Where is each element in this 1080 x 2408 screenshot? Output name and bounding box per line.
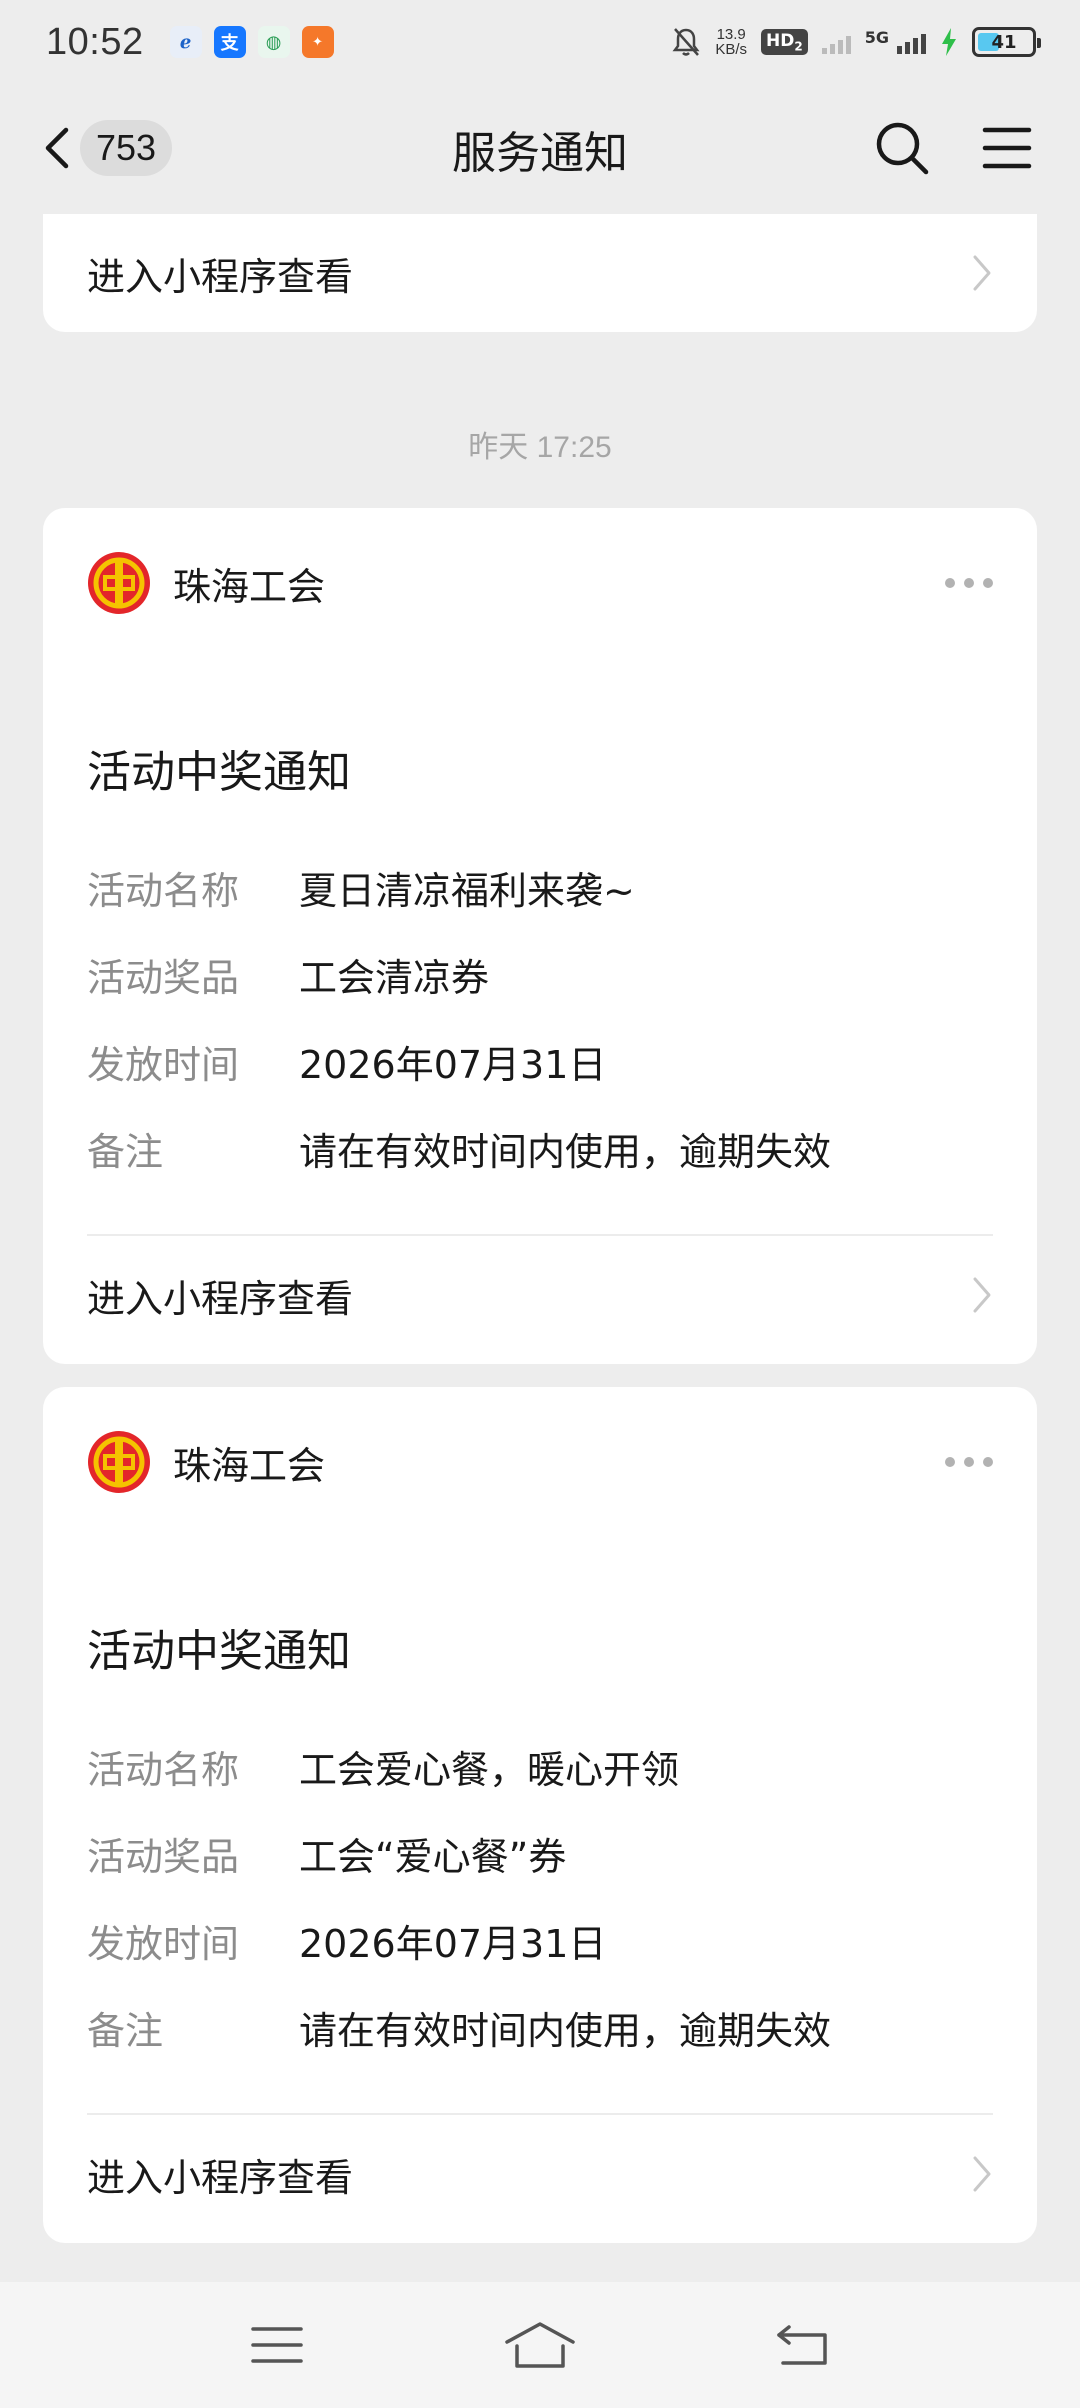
field-label: 备注: [87, 1130, 164, 1174]
network-speed-unit: KB/s: [715, 41, 748, 58]
home-icon[interactable]: [503, 2320, 577, 2370]
field-value: 2026年07月31日: [299, 1922, 607, 1966]
back-nav-icon[interactable]: [775, 2321, 831, 2369]
notification-card-partial: 进入小程序查看: [43, 214, 1037, 332]
field-row: 活动名称 夏日清凉福利来袭~: [87, 844, 993, 931]
open-mini-program-link[interactable]: 进入小程序查看: [43, 1236, 1037, 1354]
app-icon: ✦: [301, 26, 334, 58]
network-type: 5G: [864, 27, 889, 47]
sender-name[interactable]: 珠海工会: [173, 1435, 325, 1490]
field-row: 活动奖品 工会清凉券: [87, 931, 993, 1018]
field-row: 备注 请在有效时间内使用，逾期失效: [87, 1984, 993, 2071]
field-value: 工会“爱心餐”券: [299, 1835, 567, 1879]
notification-title: 活动中奖通知: [87, 747, 351, 798]
open-mini-program-label: 进入小程序查看: [87, 2155, 354, 2200]
network-speed-value: 13.9: [716, 26, 746, 43]
message-timestamp: 昨天 17:25: [468, 431, 612, 464]
battery-icon: 41: [972, 27, 1041, 57]
card-header: 珠海工会: [43, 1387, 1037, 1537]
field-label: 活动奖品: [87, 1835, 240, 1879]
card-header: 珠海工会: [43, 508, 1037, 658]
battery-percent: 41: [991, 31, 1017, 53]
field-label: 发放时间: [87, 1922, 240, 1966]
back-button[interactable]: 753: [42, 120, 173, 176]
field-value: 工会爱心餐，暖心开领: [299, 1748, 680, 1792]
trade-union-logo-icon[interactable]: [87, 1430, 151, 1494]
hd-sub: 2: [794, 39, 803, 54]
notification-fields: 活动名称 工会爱心餐，暖心开领 活动奖品 工会“爱心餐”券 发放时间 2026年…: [43, 1723, 1037, 2071]
menu-icon[interactable]: [982, 124, 1032, 172]
china-telecom-icon: ℯ: [169, 26, 202, 58]
open-mini-program-link[interactable]: 进入小程序查看: [43, 214, 1037, 332]
open-mini-program-link[interactable]: 进入小程序查看: [43, 2115, 1037, 2233]
signal-icon: [897, 30, 926, 54]
field-row: 发放时间 2026年07月31日: [87, 1018, 993, 1105]
alipay-icon: 支: [213, 26, 246, 58]
field-value: 夏日清凉福利来袭~: [299, 869, 635, 913]
field-value: 请在有效时间内使用，逾期失效: [299, 1130, 832, 1174]
field-value: 2026年07月31日: [299, 1043, 607, 1087]
hd-badge: HD2: [761, 28, 808, 56]
nav-header: 753 服务通知: [0, 84, 1080, 214]
search-icon[interactable]: [874, 120, 930, 176]
hd-label: HD: [766, 30, 795, 51]
trade-union-logo-icon[interactable]: [87, 551, 151, 615]
more-options-icon[interactable]: [945, 1457, 993, 1467]
system-nav-bar: [0, 2282, 1080, 2408]
notification-title: 活动中奖通知: [87, 1626, 351, 1677]
status-time: 10:52: [46, 20, 144, 63]
notification-app-icons: ℯ 支 ◍ ✦: [169, 26, 334, 58]
field-label: 发放时间: [87, 1043, 240, 1087]
app-icon: ◍: [257, 26, 290, 58]
field-row: 备注 请在有效时间内使用，逾期失效: [87, 1105, 993, 1192]
open-mini-program-label: 进入小程序查看: [87, 254, 354, 299]
field-label: 活动名称: [87, 1748, 240, 1792]
field-row: 发放时间 2026年07月31日: [87, 1897, 993, 1984]
network-speed: 13.9 KB/s: [715, 27, 747, 57]
field-value: 工会清凉券: [299, 956, 490, 1000]
notification-card: 珠海工会 活动中奖通知 活动名称 夏日清凉福利来袭~ 活动奖品 工会清凉券 发放…: [43, 508, 1037, 1364]
charging-icon: [942, 28, 956, 56]
open-mini-program-label: 进入小程序查看: [87, 1276, 354, 1321]
chevron-right-icon: [973, 1277, 991, 1313]
field-label: 备注: [87, 2009, 164, 2053]
page-title: 服务通知: [452, 128, 628, 179]
status-bar: 10:52 ℯ 支 ◍ ✦ 13.9 KB/s HD2 5G 41: [0, 0, 1080, 84]
field-label: 活动名称: [87, 869, 240, 913]
field-row: 活动名称 工会爱心餐，暖心开领: [87, 1723, 993, 1810]
chevron-right-icon: [973, 2156, 991, 2192]
more-options-icon[interactable]: [945, 578, 993, 588]
field-row: 活动奖品 工会“爱心餐”券: [87, 1810, 993, 1897]
bell-muted-icon: [672, 28, 700, 56]
sender-name[interactable]: 珠海工会: [173, 556, 325, 611]
signal-icon: [821, 30, 851, 54]
notification-fields: 活动名称 夏日清凉福利来袭~ 活动奖品 工会清凉券 发放时间 2026年07月3…: [43, 844, 1037, 1192]
field-label: 活动奖品: [87, 956, 240, 1000]
recent-apps-icon[interactable]: [249, 2323, 305, 2367]
chevron-left-icon: [45, 127, 69, 169]
chevron-right-icon: [973, 255, 991, 291]
field-value: 请在有效时间内使用，逾期失效: [299, 2009, 832, 2053]
notification-card: 珠海工会 活动中奖通知 活动名称 工会爱心餐，暖心开领 活动奖品 工会“爱心餐”…: [43, 1387, 1037, 2243]
unread-count-badge: 753: [80, 120, 173, 176]
